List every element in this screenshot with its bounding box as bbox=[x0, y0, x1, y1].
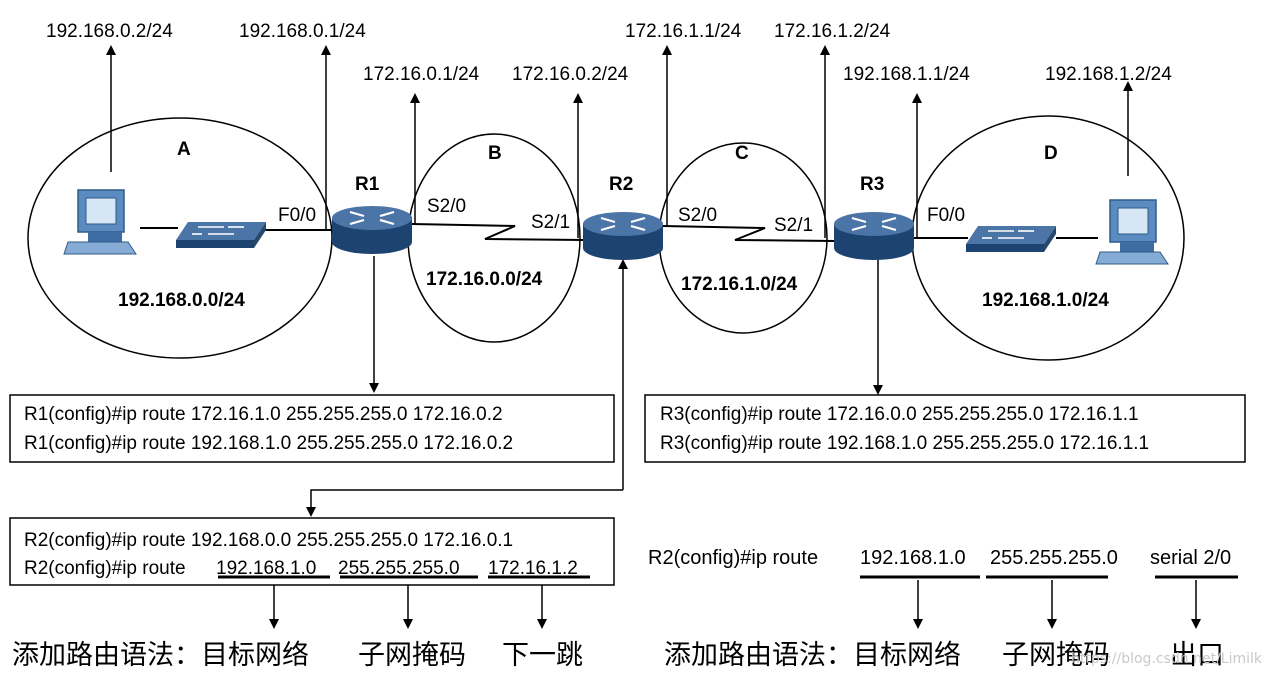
address-r3-s21: 172.16.1.2/24 bbox=[774, 21, 891, 42]
router-r3-icon bbox=[832, 210, 916, 262]
r3-config-line-2: R3(config)#ip route 192.168.1.0 255.255.… bbox=[660, 433, 1149, 454]
syntax-left-nexthop: 下一跳 bbox=[502, 640, 583, 671]
r2-alt-mask: 255.255.255.0 bbox=[990, 547, 1118, 569]
r1-config-line-2: R1(config)#ip route 192.168.1.0 255.255.… bbox=[24, 433, 513, 454]
subnet-a: 192.168.0.0/24 bbox=[118, 290, 245, 311]
address-r2-s20: 172.16.1.1/24 bbox=[625, 21, 742, 42]
port-r3-f0: F0/0 bbox=[927, 205, 965, 226]
port-r2-s20: S2/0 bbox=[678, 205, 717, 226]
switch-d-icon bbox=[965, 225, 1057, 253]
r2-alt-network: 192.168.1.0 bbox=[860, 547, 966, 569]
router-r2-icon bbox=[581, 210, 665, 262]
network-c-name: C bbox=[735, 143, 749, 164]
r3-config-line-1: R3(config)#ip route 172.16.0.0 255.255.2… bbox=[660, 404, 1139, 425]
network-a-name: A bbox=[177, 139, 191, 160]
network-d-name: D bbox=[1044, 143, 1058, 164]
network-b-name: B bbox=[488, 143, 502, 164]
router-r3-name: R3 bbox=[860, 174, 884, 195]
port-r1-s20: S2/0 bbox=[427, 196, 466, 217]
router-r1-icon bbox=[330, 204, 414, 256]
pc-a-icon bbox=[63, 189, 137, 255]
network-b-ellipse bbox=[407, 133, 581, 343]
pc-d-icon bbox=[1095, 199, 1169, 265]
subnet-d: 192.168.1.0/24 bbox=[982, 290, 1109, 311]
address-r1-s20: 172.16.0.1/24 bbox=[363, 64, 480, 85]
switch-a-icon bbox=[175, 221, 267, 249]
port-r2-s21: S2/1 bbox=[531, 212, 570, 233]
r2-alt-prefix: R2(config)#ip route bbox=[648, 547, 824, 569]
syntax-right-title: 添加路由语法：目标网络 bbox=[664, 640, 961, 671]
watermark: https://blog.csdn.net/Limilk bbox=[1071, 651, 1263, 667]
port-r1-f0: F0/0 bbox=[278, 205, 316, 226]
address-r2-s21: 172.16.0.2/24 bbox=[512, 64, 629, 85]
address-r3-f0: 192.168.1.1/24 bbox=[843, 64, 970, 85]
port-r3-s21: S2/1 bbox=[774, 215, 813, 236]
syntax-left-title: 添加路由语法：目标网络 bbox=[12, 640, 309, 671]
r2-alt-config-line: R2(config)#ip route 192.168.1.0 255.255.2… bbox=[648, 547, 1231, 569]
syntax-left-mask: 子网掩码 bbox=[358, 640, 466, 671]
subnet-c: 172.16.1.0/24 bbox=[681, 274, 798, 295]
r2-line2-prefix: R2(config)#ip route bbox=[24, 558, 191, 579]
address-r1-f0: 192.168.0.1/24 bbox=[239, 21, 366, 42]
router-r2-name: R2 bbox=[609, 174, 633, 195]
router-r1-name: R1 bbox=[355, 174, 380, 195]
network-diagram: 192.168.0.2/24 192.168.0.1/24 172.16.0.1… bbox=[9, 21, 1263, 671]
network-c-ellipse bbox=[658, 142, 828, 334]
r2-alt-exit: serial 2/0 bbox=[1150, 547, 1231, 569]
subnet-b: 172.16.0.0/24 bbox=[426, 269, 543, 290]
address-pc-d: 192.168.1.2/24 bbox=[1045, 64, 1172, 85]
address-pc-a: 192.168.0.2/24 bbox=[46, 21, 173, 42]
r1-config-line-1: R1(config)#ip route 172.16.1.0 255.255.2… bbox=[24, 404, 503, 425]
r2-config-line-1: R2(config)#ip route 192.168.0.0 255.255.… bbox=[24, 530, 513, 551]
